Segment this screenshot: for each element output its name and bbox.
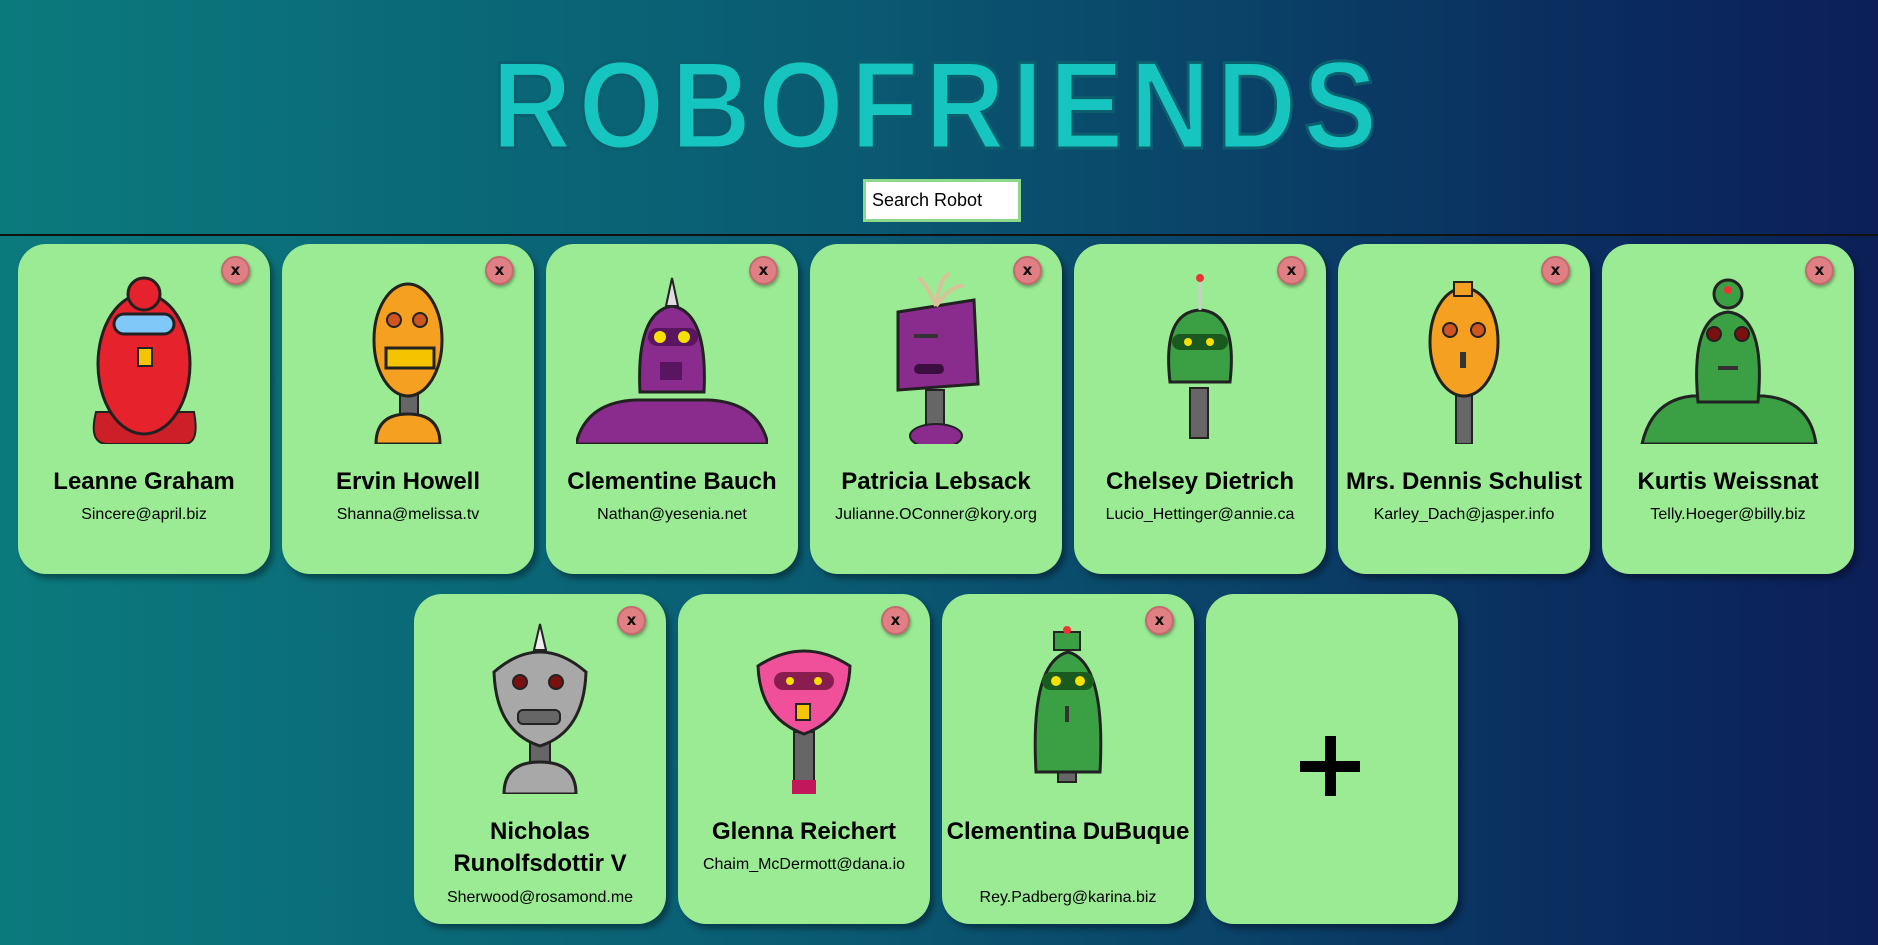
robot-avatar [576,277,768,444]
robot-avatar [1033,626,1103,783]
robot-email: Rey.Padberg@karina.biz [979,889,1157,906]
robot-card: x Kurtis Weissnat Telly.Hoeger@billy.biz [1602,244,1854,574]
robot-email: Nathan@yesenia.net [597,506,747,523]
robot-email: Karley_Dach@jasper.info [1373,506,1555,523]
robot-name: Patricia Lebsack [841,468,1031,495]
robot-email: Sincere@april.biz [81,506,207,523]
robot-name: Kurtis Weissnat [1637,468,1819,495]
robot-name: Clementina DuBuque [946,818,1190,845]
robot-name: Nicholas Runolfsdottir V [453,818,627,877]
header: ROBOFRIENDS [0,0,1878,236]
robot-name: Ervin Howell [335,468,481,495]
robot-card: x Leanne Graham Sincere@april.biz [18,244,270,574]
robot-card: x Glenna Reichert Chaim_McDermott@dana.i… [678,594,930,924]
robot-email: Julianne.OConner@kory.org [835,506,1037,523]
robot-avatar [756,649,852,794]
robot-name: Leanne Graham [53,468,235,495]
robot-email: Shanna@melissa.tv [336,506,480,523]
robot-email: Telly.Hoeger@billy.biz [1650,506,1806,523]
robot-name: Mrs. Dennis Schulist [1345,468,1583,495]
robot-card: x Mrs. Dennis Schulist Karley_Dach@jaspe… [1338,244,1590,574]
robot-card: x Clementine Bauch Nathan@yesenia.net [546,244,798,574]
robofriends-logo: ROBOFRIENDS [492,50,1384,154]
logo-text: ROBOFRIENDS [492,50,1384,154]
robot-card: x Patricia Lebsack Julianne.OConner@kory… [810,244,1062,574]
robot-avatar [92,276,197,444]
search-input[interactable] [863,179,1021,222]
robot-avatar [492,623,588,794]
robot-avatar [1428,281,1500,444]
robot-email: Chaim_McDermott@dana.io [702,856,906,873]
robot-card: x Nicholas Runolfsdottir V Sherwood@rosa… [414,594,666,924]
robot-avatar [372,282,444,444]
plus-icon [1300,736,1360,796]
robot-name: Glenna Reichert [711,818,897,845]
add-robot-card[interactable] [1206,594,1458,924]
robot-name: Clementine Bauch [567,468,777,495]
robot-card: x Ervin Howell Shanna@melissa.tv [282,244,534,574]
robot-email: Sherwood@rosamond.me [446,889,634,906]
robot-avatar [1167,274,1233,439]
robot-avatar [1640,278,1818,444]
robot-name: Chelsey Dietrich [1105,468,1295,495]
robot-card: x Chelsey Dietrich Lucio_Hettinger@annie… [1074,244,1326,574]
robot-card: x Clementina DuBuque Rey.Padberg@karina.… [942,594,1194,924]
robot-avatar [896,272,980,444]
robot-email: Lucio_Hettinger@annie.ca [1105,506,1295,523]
